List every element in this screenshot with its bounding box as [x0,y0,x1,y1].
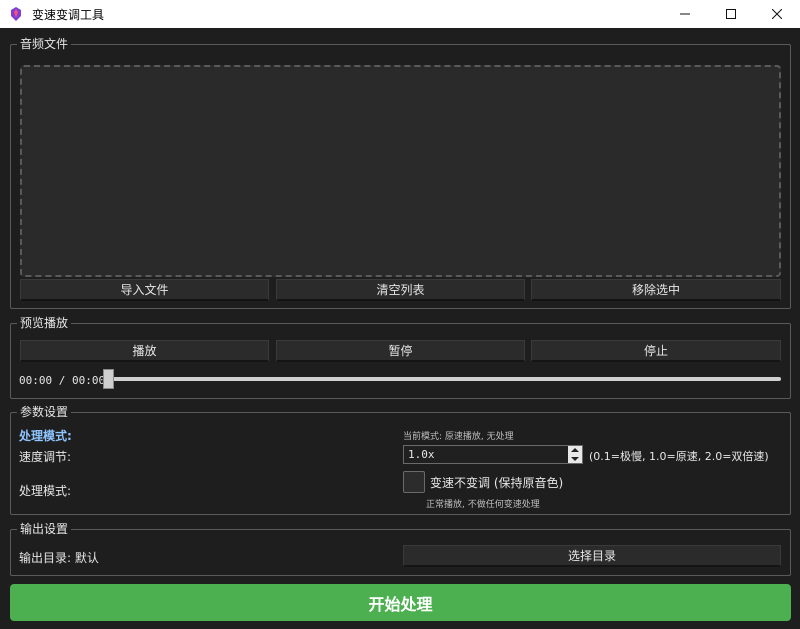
output-dir-label: 输出目录: 默认 [19,551,99,565]
pitch-checkbox-label[interactable]: 变速不变调 (保持原音色) [430,474,563,491]
title-bar: 变速变调工具 [0,0,800,28]
maximize-icon [726,9,736,19]
time-display: 00:00 / 00:00 [19,374,106,387]
audio-files-title: 音频文件 [17,37,72,51]
play-button[interactable]: 播放 [20,340,269,362]
audio-files-group: 音频文件 导入文件 清空列表 移除选中 [10,37,791,309]
output-title: 输出设置 [17,522,72,536]
speed-label: 速度调节: [19,450,72,464]
mode-hint: 正常播放, 不做任何变速处理 [426,500,540,510]
window-title: 变速变调工具 [32,7,105,22]
current-mode-text: 当前模式: 原速播放, 无处理 [403,432,514,442]
preview-title: 预览播放 [17,316,72,330]
spin-arrows[interactable] [568,446,582,463]
playback-progress-slider[interactable] [105,377,781,381]
output-group: 输出设置 输出目录: 默认 选择目录 [10,522,791,576]
params-title: 参数设置 [17,405,72,419]
pause-button[interactable]: 暂停 [276,340,525,362]
pitch-preserve-checkbox[interactable] [403,471,425,493]
speed-spinbox[interactable]: 1.0x [403,445,583,464]
speed-value: 1.0x [408,448,435,461]
import-files-button[interactable]: 导入文件 [20,279,269,301]
app-logo-icon [8,6,24,22]
close-icon [772,9,782,19]
mode-label: 处理模式: [19,484,72,498]
params-group: 参数设置 处理模式: 当前模式: 原速播放, 无处理 速度调节: 1.0x (0… [10,405,791,515]
file-list-dropzone[interactable] [20,65,781,277]
slider-handle[interactable] [103,369,114,389]
speed-hint: (0.1=极慢, 1.0=原速, 2.0=双倍速) [589,450,769,463]
preview-group: 预览播放 播放 暂停 停止 00:00 / 00:00 [10,316,791,399]
minimize-icon [680,13,690,15]
maximize-button[interactable] [708,0,754,28]
remove-selected-button[interactable]: 移除选中 [531,279,781,301]
mode-heading: 处理模式: [19,429,72,443]
stop-button[interactable]: 停止 [531,340,781,362]
start-processing-button[interactable]: 开始处理 [10,584,791,621]
minimize-button[interactable] [662,0,708,28]
arrow-down-icon[interactable] [571,456,579,461]
clear-list-button[interactable]: 清空列表 [276,279,525,301]
choose-dir-button[interactable]: 选择目录 [403,545,781,567]
arrow-up-icon[interactable] [571,448,579,453]
close-button[interactable] [754,0,800,28]
